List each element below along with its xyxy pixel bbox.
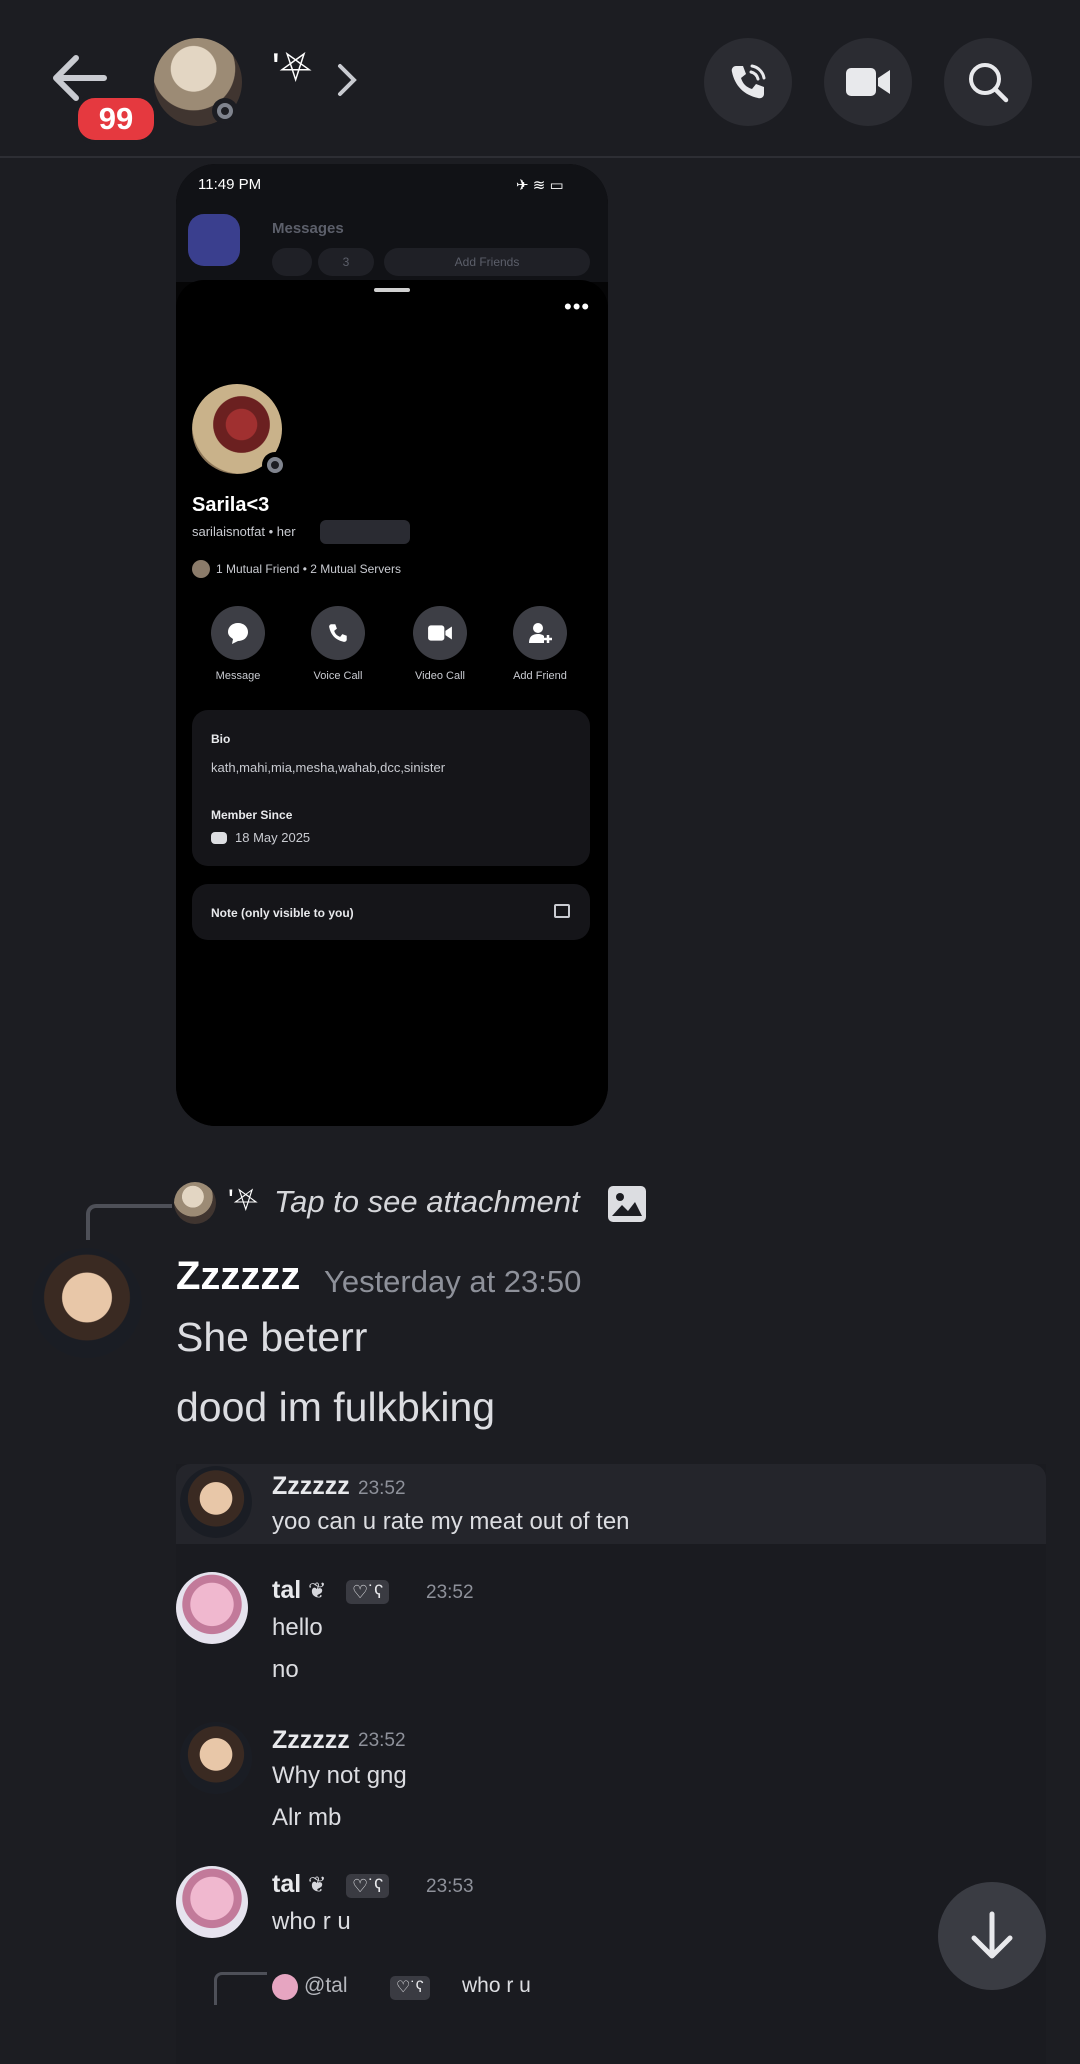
forward-text: hello [272, 1614, 323, 1641]
reply-author: '⛧ [228, 1184, 258, 1217]
avatar [176, 1866, 248, 1938]
avatar [192, 560, 210, 578]
mutuals-text: 1 Mutual Friend • 2 Mutual Servers [216, 562, 401, 576]
forward-author: Zzzzzz [272, 1726, 350, 1754]
avatar [174, 1182, 216, 1224]
reply-text: who r u [462, 1974, 531, 1997]
forward-time: 23:52 [426, 1582, 474, 1603]
chat-bubble-icon [228, 623, 248, 644]
voice-call-action: Voice Call [298, 606, 378, 682]
reply-connector [86, 1204, 172, 1240]
forward-author: tal [272, 1870, 302, 1898]
offline-status-icon [212, 98, 238, 124]
note-card: Note (only visible to you) [192, 884, 590, 940]
video-icon [428, 625, 452, 641]
discord-logo-icon [211, 832, 227, 844]
background-app: 11:49 PM ✈ ≋ ▭ Messages 3 Add Friends [176, 164, 608, 282]
add-friends-button: Add Friends [384, 248, 590, 276]
scroll-to-bottom-button[interactable] [938, 1882, 1046, 1990]
reply-connector [214, 1972, 267, 2005]
voice-call-button[interactable] [704, 38, 792, 126]
user-tag: ♡˙ʕ [346, 1580, 390, 1604]
forward-text: who r u [272, 1908, 351, 1935]
bio-text: kath,mahi,mia,mesha,wahab,dcc,sinister [211, 760, 446, 775]
add-user-icon [529, 623, 552, 643]
note-icon [554, 904, 570, 918]
search-icon [969, 63, 1009, 103]
avatar[interactable] [32, 1248, 142, 1358]
arrow-down-icon [971, 1911, 1013, 1959]
forward-author: tal [272, 1576, 302, 1604]
add-friend-action: Add Friend [500, 606, 580, 682]
forward-text: Why not gng [272, 1762, 407, 1789]
note-label: Note (only visible to you) [211, 906, 354, 920]
sheet-handle [374, 288, 410, 292]
status-bar-time: 11:49 PM [198, 176, 262, 193]
reply-mention: @tal [304, 1974, 348, 1997]
message-text: dood im fulkbking [176, 1384, 496, 1430]
forward-text: yoo can u rate my meat out of ten [272, 1508, 630, 1535]
user-tag: ♡˙ʕ [390, 1976, 430, 2000]
forward-time: 23:52 [358, 1478, 406, 1499]
user-tag: ♡˙ʕ [346, 1874, 390, 1898]
reply-preview-text[interactable]: Tap to see attachment [274, 1184, 580, 1220]
member-since-heading: Member Since [211, 808, 293, 822]
phone-icon [329, 624, 347, 642]
message-author[interactable]: Zzzzzz [176, 1254, 300, 1299]
profile-sheet: ••• Sarila<3 sarilaisnotfat • her 1 Mutu… [176, 280, 608, 1126]
message-action: Message [198, 606, 278, 682]
image-attachment[interactable]: 11:49 PM ✈ ≋ ▭ Messages 3 Add Friends ••… [176, 164, 608, 1126]
search-icon [272, 248, 312, 276]
chat-header: 99 '⛧ [0, 0, 1080, 158]
video-call-action: Video Call [400, 606, 480, 682]
unread-badge: 99 [74, 94, 158, 144]
message-timestamp: Yesterday at 23:50 [324, 1264, 582, 1299]
bio-card: Bio kath,mahi,mia,mesha,wahab,dcc,sinist… [192, 710, 590, 866]
forward-author: Zzzzzz [272, 1472, 350, 1500]
inbox-count: 3 [318, 248, 374, 276]
channel-name[interactable]: '⛧ [272, 46, 312, 91]
avatar [180, 1466, 252, 1538]
more-options-icon: ••• [564, 294, 591, 319]
chat-bubble-icon [188, 214, 240, 266]
message-text: She beterr [176, 1314, 368, 1360]
wing-icon: ❦ [308, 1872, 327, 1897]
profile-display-name: Sarila<3 [192, 494, 270, 516]
search-button[interactable] [944, 38, 1032, 126]
video-call-button[interactable] [824, 38, 912, 126]
video-icon [846, 68, 890, 96]
image-icon [608, 1186, 646, 1222]
wing-icon: ❦ [308, 1578, 327, 1603]
forward-text: Alr mb [272, 1804, 342, 1831]
profile-badges [320, 520, 410, 544]
forward-time: 23:53 [426, 1876, 474, 1897]
status-bar-icons: ✈ ≋ ▭ [516, 177, 564, 194]
bio-heading: Bio [211, 732, 231, 746]
phone-icon [731, 64, 766, 99]
avatar [272, 1974, 298, 2000]
avatar [180, 1722, 252, 1794]
forward-time: 23:52 [358, 1730, 406, 1751]
member-since-date: 18 May 2025 [235, 830, 311, 845]
chevron-right-icon[interactable] [336, 62, 358, 98]
messages-label: Messages [272, 220, 344, 237]
offline-status-icon [262, 452, 288, 478]
forward-text: no [272, 1656, 299, 1683]
profile-username: sarilaisnotfat • her [192, 524, 296, 539]
avatar [176, 1572, 248, 1644]
